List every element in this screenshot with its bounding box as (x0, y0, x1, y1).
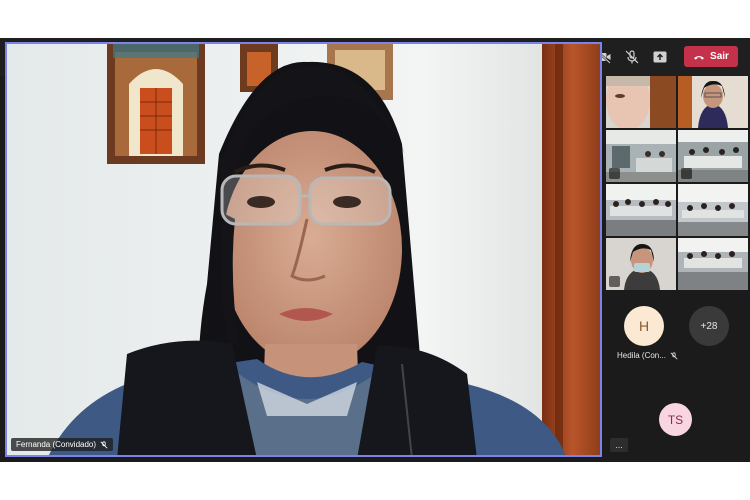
phone-icon (694, 55, 704, 59)
muted-indicator-icon (609, 276, 620, 287)
participant-video-grid (606, 76, 748, 290)
speaker-name: Fernanda (Convidado) (16, 440, 97, 449)
participant-video-tile[interactable] (678, 76, 748, 128)
share-screen-button[interactable] (650, 47, 670, 67)
leave-button[interactable]: Sair (684, 46, 738, 67)
participant-video-tile[interactable] (606, 184, 676, 236)
participant-video-image (678, 184, 748, 236)
sidebar-more-button[interactable]: ... (610, 438, 628, 452)
more-label: ... (615, 440, 623, 450)
muted-indicator-icon (609, 168, 620, 179)
participant-name-label: Hedila (Con... (617, 351, 678, 360)
mic-off-icon (625, 50, 639, 64)
participant-avatar-h[interactable]: H (624, 306, 664, 346)
participant-video-tile[interactable] (678, 184, 748, 236)
main-video-feed[interactable]: Fernanda (Convidado) (5, 42, 602, 457)
overflow-count: +28 (700, 320, 718, 332)
participant-video-tile[interactable] (678, 238, 748, 290)
overflow-participants-button[interactable]: +28 (689, 306, 729, 346)
participant-avatar-ts[interactable]: TS (659, 403, 692, 436)
participant-video-tile[interactable] (606, 130, 676, 182)
participant-video-tile[interactable] (606, 76, 676, 128)
participant-name: Hedila (Con... (617, 351, 666, 360)
avatar-initials: TS (667, 412, 684, 427)
share-icon (653, 51, 667, 63)
avatar-initial: H (638, 318, 650, 334)
speaker-name-tag: Fernanda (Convidado) (11, 438, 114, 451)
participant-video-image (606, 76, 676, 128)
mic-toggle-button[interactable] (622, 47, 642, 67)
mic-muted-icon (100, 440, 108, 448)
leave-button-label: Sair (710, 51, 729, 62)
participant-video-tile[interactable] (606, 238, 676, 290)
mic-muted-icon (670, 351, 678, 359)
muted-indicator-icon (681, 168, 692, 179)
participant-video-image (678, 76, 748, 128)
participant-video-tile[interactable] (678, 130, 748, 182)
participant-video-image (678, 238, 748, 290)
participant-video-image (606, 184, 676, 236)
speaker-video-image (7, 44, 600, 455)
